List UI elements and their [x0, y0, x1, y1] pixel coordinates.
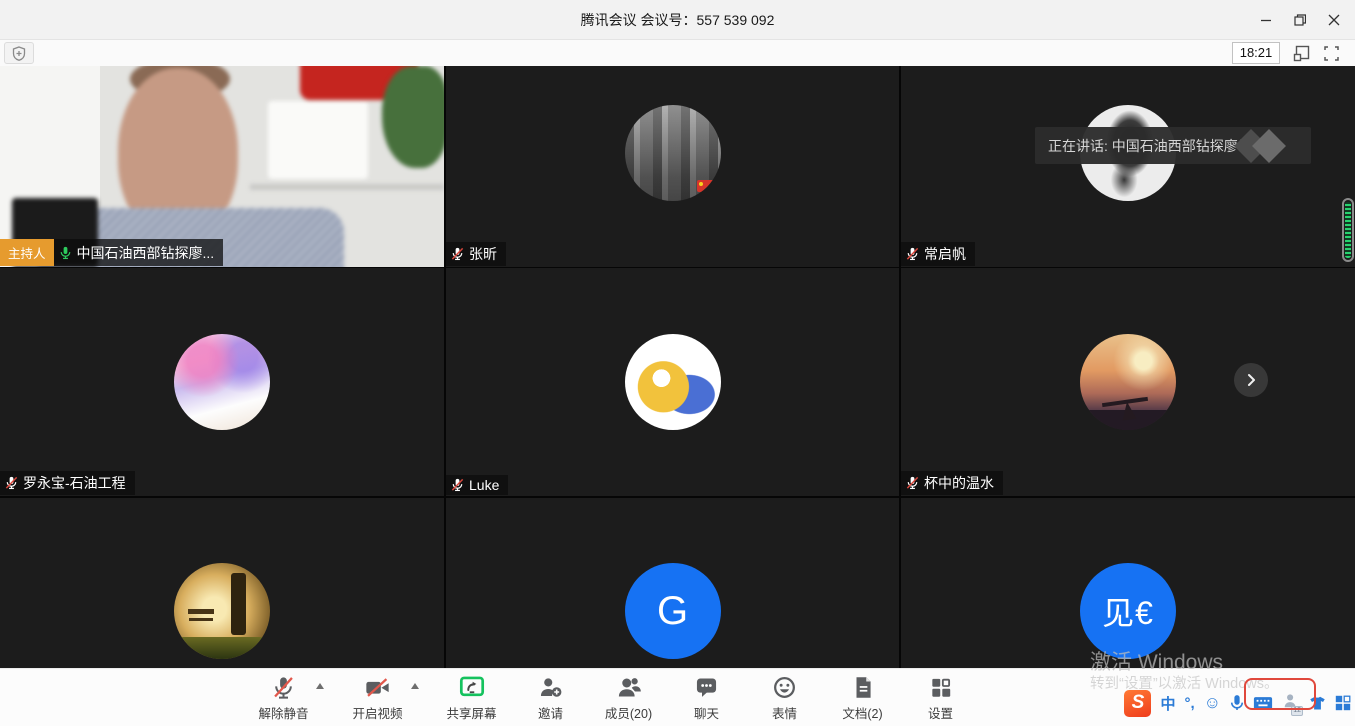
flag-icon — [697, 180, 714, 192]
host-badge: 主持人 — [0, 239, 54, 266]
close-icon — [1328, 14, 1340, 26]
docs-button[interactable]: 文档(2) — [839, 673, 887, 722]
participant-tile[interactable]: 张昕 — [446, 66, 899, 267]
ime-account-badge: 12 — [1291, 706, 1303, 716]
shield-plus-icon — [12, 46, 26, 61]
emoji-smiley-icon — [771, 674, 798, 701]
avatar-initial-text: 见€ — [1102, 588, 1154, 634]
next-page-button[interactable] — [1234, 363, 1268, 397]
minimize-button[interactable] — [1249, 0, 1283, 40]
ime-account-icon[interactable]: 12 — [1282, 692, 1300, 715]
mic-muted-icon — [450, 246, 465, 262]
ime-punctuation[interactable]: °, — [1184, 695, 1194, 712]
video-options-caret[interactable] — [411, 683, 419, 689]
mic-volume-meter — [1342, 198, 1354, 262]
participant-tile[interactable]: Luke — [446, 268, 899, 496]
chevron-right-icon — [1244, 373, 1258, 387]
settings-button[interactable]: 设置 — [917, 673, 965, 722]
avatar — [625, 105, 721, 201]
mic-muted-icon — [905, 475, 920, 491]
mic-muted-icon — [4, 475, 19, 491]
audio-options-caret[interactable] — [316, 683, 324, 689]
settings-label: 设置 — [928, 703, 953, 722]
sogou-logo[interactable]: S — [1124, 690, 1151, 717]
participant-name: 杯中的温水 — [924, 473, 994, 493]
avatar — [174, 563, 270, 659]
meeting-sub-bar: 18:21 — [0, 40, 1355, 66]
participant-name: 张昕 — [469, 244, 497, 264]
title-bar: 腾讯会议 会议号：557 539 092 — [0, 0, 1355, 40]
ime-toolbar: S 中 °, ☺ 12 — [1124, 688, 1351, 718]
participant-tile[interactable]: 常启帆 — [901, 66, 1355, 267]
name-plate-row: 主持人 中国石油西部钻探廖... — [0, 239, 223, 266]
members-icon — [615, 674, 643, 701]
minimize-icon — [1260, 14, 1272, 26]
fullscreen-button[interactable] — [1321, 43, 1341, 63]
invite-button[interactable]: 邀请 — [527, 673, 575, 722]
share-screen-button[interactable]: 共享屏幕 — [447, 673, 497, 722]
share-screen-icon — [458, 674, 486, 701]
settings-grid-icon — [928, 674, 954, 701]
meeting-clock: 18:21 — [1232, 42, 1280, 64]
close-button[interactable] — [1317, 0, 1351, 40]
participant-tile-host[interactable]: 主持人 中国石油西部钻探廖... — [0, 66, 444, 267]
participant-tile[interactable]: G — [446, 498, 899, 668]
speaking-tooltip: 正在讲话: 中国石油西部钻探廖世俊; — [1035, 127, 1311, 164]
ime-voice-icon[interactable] — [1230, 694, 1244, 712]
camera-muted-icon — [363, 674, 392, 701]
restore-icon — [1294, 14, 1306, 26]
participant-tile[interactable]: 罗永宝-石油工程 — [0, 268, 444, 496]
avatar-initial: G — [625, 563, 721, 659]
avatar — [1080, 334, 1176, 430]
chat-button[interactable]: 聊天 — [683, 673, 731, 722]
ime-emoji-icon[interactable]: ☺ — [1204, 693, 1221, 713]
avatar-initial-text: G — [657, 589, 688, 634]
participant-name: 常启帆 — [924, 244, 966, 264]
window-title: 腾讯会议 会议号：557 539 092 — [0, 0, 1355, 40]
invite-person-icon — [537, 674, 564, 701]
ime-skin-icon[interactable] — [1309, 695, 1326, 712]
start-video-button[interactable]: 开启视频 — [352, 673, 402, 722]
participant-name: 罗永宝-石油工程 — [23, 473, 126, 493]
participant-tile[interactable]: 杯中的温水 — [901, 268, 1355, 496]
participant-name: Luke — [469, 477, 499, 493]
layout-icon — [1293, 45, 1310, 62]
mic-muted-icon — [270, 674, 297, 701]
ime-keyboard-icon[interactable] — [1253, 696, 1273, 711]
window-controls — [1249, 0, 1351, 40]
layout-switch-button[interactable] — [1291, 43, 1311, 63]
decor-diamond — [1252, 129, 1286, 163]
avatar — [625, 334, 721, 430]
members-button[interactable]: 成员(20) — [605, 673, 653, 722]
docs-label: 文档(2) — [842, 703, 882, 722]
avatar-initial: 见€ — [1080, 563, 1176, 659]
security-button[interactable] — [4, 42, 34, 64]
chat-label: 聊天 — [694, 703, 719, 722]
start-video-label: 开启视频 — [352, 703, 402, 722]
unmute-button[interactable]: 解除静音 — [258, 673, 308, 722]
unmute-label: 解除静音 — [258, 703, 308, 722]
mic-muted-icon — [905, 246, 920, 262]
emoji-button[interactable]: 表情 — [761, 673, 809, 722]
mic-active-icon — [58, 245, 73, 261]
restore-button[interactable] — [1283, 0, 1317, 40]
document-icon — [850, 674, 876, 701]
members-label: 成员(20) — [605, 703, 652, 722]
mic-muted-icon — [450, 477, 465, 493]
fullscreen-icon — [1324, 46, 1339, 61]
participant-tile[interactable]: 见€ — [901, 498, 1355, 668]
avatar — [174, 334, 270, 430]
ime-mode-chinese[interactable]: 中 — [1160, 693, 1175, 714]
invite-label: 邀请 — [538, 703, 563, 722]
emoji-label: 表情 — [772, 703, 797, 722]
chat-icon — [693, 674, 720, 701]
share-screen-label: 共享屏幕 — [447, 703, 497, 722]
ime-toolbox-icon[interactable] — [1335, 695, 1351, 711]
tencent-meeting-window: 腾讯会议 会议号：557 539 092 18:21 — [0, 0, 1355, 726]
participant-tile[interactable] — [0, 498, 444, 668]
participant-name: 中国石油西部钻探廖... — [77, 243, 215, 263]
